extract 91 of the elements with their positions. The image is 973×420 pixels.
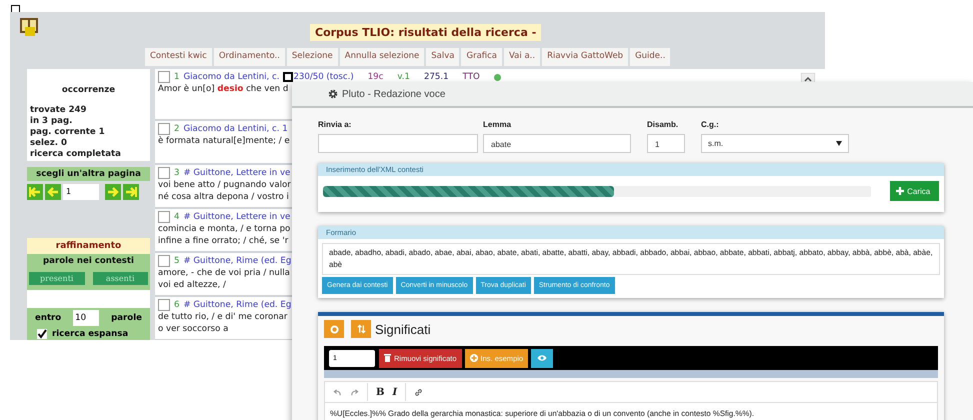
context-line: de tutto rio, / e di' me coronar [158,311,288,323]
source-link[interactable]: Giacomo da Lentini, c. 1 [183,124,288,134]
field-label: Lemma [483,120,512,129]
menu-tab[interactable]: Salva [426,48,460,66]
summary-heading: occorrenze [60,85,116,95]
range-unit: parole [111,313,142,323]
row-checkbox[interactable] [158,123,170,135]
result-number: 4 [174,212,180,222]
format-button[interactable]: B [376,386,384,398]
plus-circle-icon [470,354,478,362]
result-number: 3 [174,168,180,178]
source-link[interactable]: 230/50 (tosc.) [293,72,354,82]
result-number: 5 [174,256,180,266]
section-heading: scegli un'altra pagina [27,167,150,181]
result-number: 2 [174,124,180,134]
summary-line: ricerca completata [30,149,122,160]
first-page-icon[interactable] [27,184,43,200]
select-field[interactable]: s.m. [701,134,849,153]
result-meta: TTO [462,72,480,82]
page-input[interactable]: 1 [63,184,99,200]
checkbox[interactable] [37,329,47,339]
field-label: Rinvia a: [318,120,352,129]
undo-icon[interactable] [333,388,342,396]
last-page-icon[interactable] [123,184,139,200]
result-meta: 275.1 [424,72,449,82]
context-line: né cosa altra depona / vostro i [158,191,289,203]
context-line: comincia e monta, / e torna po [158,223,290,235]
input-field[interactable]: 1 [647,134,685,153]
source-link[interactable]: # Guittone, Lettere in ve [183,212,290,222]
context-line: Amor è un[o] desio che ven d [158,83,288,95]
redo-icon[interactable] [350,388,359,396]
sort-icon [356,324,366,334]
range-input[interactable]: 10 [73,310,100,326]
result-number: 6 [174,300,180,310]
trash-icon [384,354,391,362]
context-line: voi ed altezze, / [158,279,226,291]
marker-icon [283,72,294,82]
link-icon[interactable] [414,388,424,396]
source-link[interactable]: # Guittone, Rime (ed. Eg [183,300,292,310]
ring-icon [330,324,338,334]
section-label: parole nei contesti [42,256,135,266]
source-link[interactable]: Giacomo da Lentini, c. [183,72,280,82]
input-field[interactable]: abate [483,134,631,153]
row-checkbox[interactable] [158,211,170,223]
back-arrow-icon[interactable] [45,184,61,200]
plus-icon [896,187,904,195]
menu-tab[interactable]: Guide.. [630,48,670,66]
row-checkbox[interactable] [158,299,170,311]
menu-tab[interactable]: Riavvia GattoWeb [542,48,628,66]
source-link[interactable]: # Guittone, Lettere in ve [183,168,290,178]
checkbox-label: ricerca espansa [52,329,128,339]
menu-tab[interactable]: Selezione [286,48,338,66]
forward-arrow-icon[interactable] [105,184,121,200]
section-heading: raffinamento [27,238,150,254]
result-meta: v.1 [397,72,410,82]
upload-button[interactable]: Carica [890,181,939,201]
input-field[interactable] [318,134,478,153]
window-title: Pluto - Redazione voce [342,88,446,100]
row-checkbox[interactable] [158,71,170,83]
eye-icon [537,354,548,362]
result-meta: 19c [368,72,384,82]
source-link[interactable]: # Guittone, Rime (ed. Eg [183,256,292,266]
context-line: infine a fine orrato; / ché, se 'r [158,235,288,247]
menu-tab[interactable]: Grafica [461,48,502,66]
result-number: 1 [174,72,180,82]
menu-tab[interactable]: Annulla selezione [340,48,424,66]
field-label: C.g.: [701,120,720,129]
settings-button[interactable] [324,320,344,338]
caret-icon [836,141,842,146]
summary-line: trovate 249 [30,105,88,116]
format-button[interactable]: I [392,386,398,398]
sort-button[interactable] [351,320,371,338]
row-checkbox[interactable] [158,255,170,267]
eye-button[interactable] [531,348,554,368]
range-label: entro [35,313,62,323]
context-line: voi bene atto / pugnando valor [158,179,291,191]
menu-tab[interactable]: Ordinamento.. [214,48,285,66]
menu-tab[interactable]: Vai a.. [504,48,540,66]
summary-line: pag. corrente 1 [30,127,106,138]
context-line: amore, - che de voi pria / nulla [158,267,290,279]
summary-line: selez. 0 [30,138,68,149]
field-label: Disamb. [647,120,680,129]
section-title: Significati [375,322,431,336]
page-title: Corpus TLIO: risultati della ricerca - [310,24,542,41]
gear-icon [328,89,338,99]
context-line: o ver soccorso a [158,323,228,335]
context-line: è formata natural[e]mente; / e [158,135,290,147]
book-icon [18,15,40,37]
row-checkbox[interactable] [158,167,170,179]
menu-tab[interactable]: Contesti kwic [145,48,212,66]
summary-line: in 3 pag. [30,116,74,127]
